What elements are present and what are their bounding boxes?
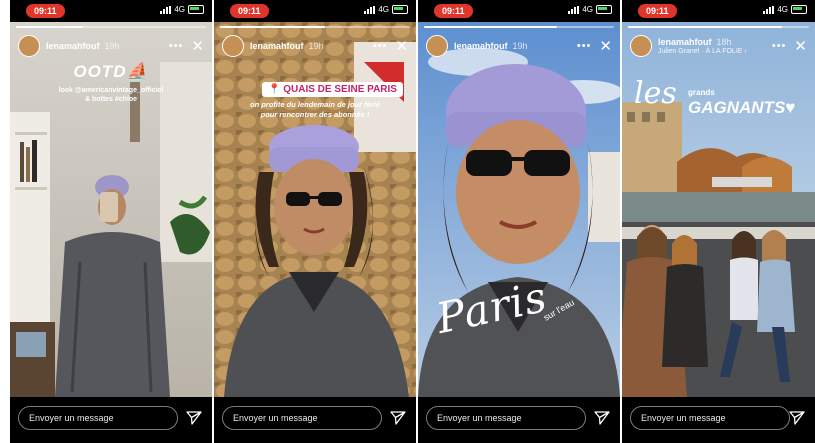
close-icon[interactable]: ✕ — [794, 39, 807, 54]
username[interactable]: lenamahfouf — [454, 41, 508, 51]
status-time: 09:11 — [230, 4, 269, 18]
story-panel-1[interactable]: 09:11 4G lenamahfouf 19h ••• ✕ OOTD⛵ loo… — [10, 0, 212, 443]
more-options-icon[interactable]: ••• — [169, 40, 184, 52]
send-icon[interactable] — [594, 410, 610, 426]
status-bar: 09:11 4G — [214, 0, 416, 22]
story-progress — [424, 26, 614, 28]
signal-icon — [364, 5, 376, 14]
username[interactable]: lenamahfouf — [658, 37, 712, 47]
story-header: lenamahfouf 19h ••• ✕ — [222, 33, 408, 59]
message-input[interactable] — [630, 406, 790, 430]
battery-icon — [791, 5, 807, 14]
reply-bar — [10, 397, 212, 443]
story-panel-2[interactable]: 09:11 4G lenamahfouf 19h ••• ✕ 📍 QUAIS D… — [214, 0, 416, 443]
story-title: GAGNANTS♥ — [688, 98, 796, 117]
battery-icon — [188, 5, 204, 14]
post-time: 19h — [104, 41, 120, 51]
story-progress — [16, 26, 206, 28]
story-script-text: les — [634, 76, 677, 111]
story-progress — [220, 26, 410, 28]
post-time: 19h — [512, 41, 528, 51]
story-progress — [628, 26, 809, 28]
more-options-icon[interactable]: ••• — [772, 40, 787, 52]
message-input[interactable] — [222, 406, 382, 430]
close-icon[interactable]: ✕ — [191, 39, 204, 54]
story-caption: look @americanvintage_officiel & bottes … — [58, 87, 164, 103]
avatar[interactable] — [18, 35, 40, 57]
close-icon[interactable]: ✕ — [599, 39, 612, 54]
message-input[interactable] — [18, 406, 178, 430]
story-panel-3[interactable]: 09:11 4G lenamahfouf 19h ••• ✕ Paris sur… — [418, 0, 620, 443]
story-photo — [214, 22, 416, 397]
network-label: 4G — [174, 5, 185, 14]
signal-icon — [763, 5, 775, 14]
close-icon[interactable]: ✕ — [395, 39, 408, 54]
story-panel-4[interactable]: 09:11 4G lenamahfouf 18h Julien Granel ·… — [622, 0, 815, 443]
username[interactable]: lenamahfouf — [46, 41, 100, 51]
message-input[interactable] — [426, 406, 586, 430]
network-label: 4G — [582, 5, 593, 14]
location-pin-icon: 📍 — [268, 84, 281, 95]
status-indicators: 4G — [568, 5, 612, 14]
send-icon[interactable] — [390, 410, 406, 426]
story-header: lenamahfouf 19h ••• ✕ — [426, 33, 612, 59]
post-time: 19h — [308, 41, 324, 51]
status-indicators: 4G — [364, 5, 408, 14]
battery-icon — [596, 5, 612, 14]
status-bar: 09:11 4G — [622, 0, 815, 22]
story-header: lenamahfouf 19h ••• ✕ — [18, 33, 204, 59]
signal-icon — [160, 5, 172, 14]
signal-icon — [568, 5, 580, 14]
avatar[interactable] — [222, 35, 244, 57]
status-time: 09:11 — [434, 4, 473, 18]
story-subtext: grands — [688, 88, 715, 97]
music-sticker[interactable]: Julien Granel · À LA FOLIE › — [658, 48, 747, 55]
reply-bar — [418, 397, 620, 443]
post-time: 18h — [716, 37, 732, 47]
reply-bar — [622, 397, 815, 443]
status-bar: 09:11 4G — [418, 0, 620, 22]
reply-bar — [214, 397, 416, 443]
more-options-icon[interactable]: ••• — [577, 40, 592, 52]
network-label: 4G — [777, 5, 788, 14]
send-icon[interactable] — [789, 410, 805, 426]
story-title: OOTD⛵ — [73, 62, 149, 81]
location-label: QUAIS DE SEINE PARIS — [283, 84, 397, 95]
username[interactable]: lenamahfouf — [250, 41, 304, 51]
battery-icon — [392, 5, 408, 14]
story-header: lenamahfouf 18h Julien Granel · À LA FOL… — [630, 33, 807, 59]
avatar[interactable] — [630, 35, 652, 57]
status-indicators: 4G — [763, 5, 807, 14]
location-tag[interactable]: 📍 QUAIS DE SEINE PARIS — [262, 82, 403, 97]
status-time: 09:11 — [26, 4, 65, 18]
story-caption: on profite du lendemain de jour férié po… — [249, 100, 380, 119]
send-icon[interactable] — [186, 410, 202, 426]
network-label: 4G — [378, 5, 389, 14]
avatar[interactable] — [426, 35, 448, 57]
status-time: 09:11 — [638, 4, 677, 18]
status-bar: 09:11 4G — [10, 0, 212, 22]
more-options-icon[interactable]: ••• — [373, 40, 388, 52]
status-indicators: 4G — [160, 5, 204, 14]
